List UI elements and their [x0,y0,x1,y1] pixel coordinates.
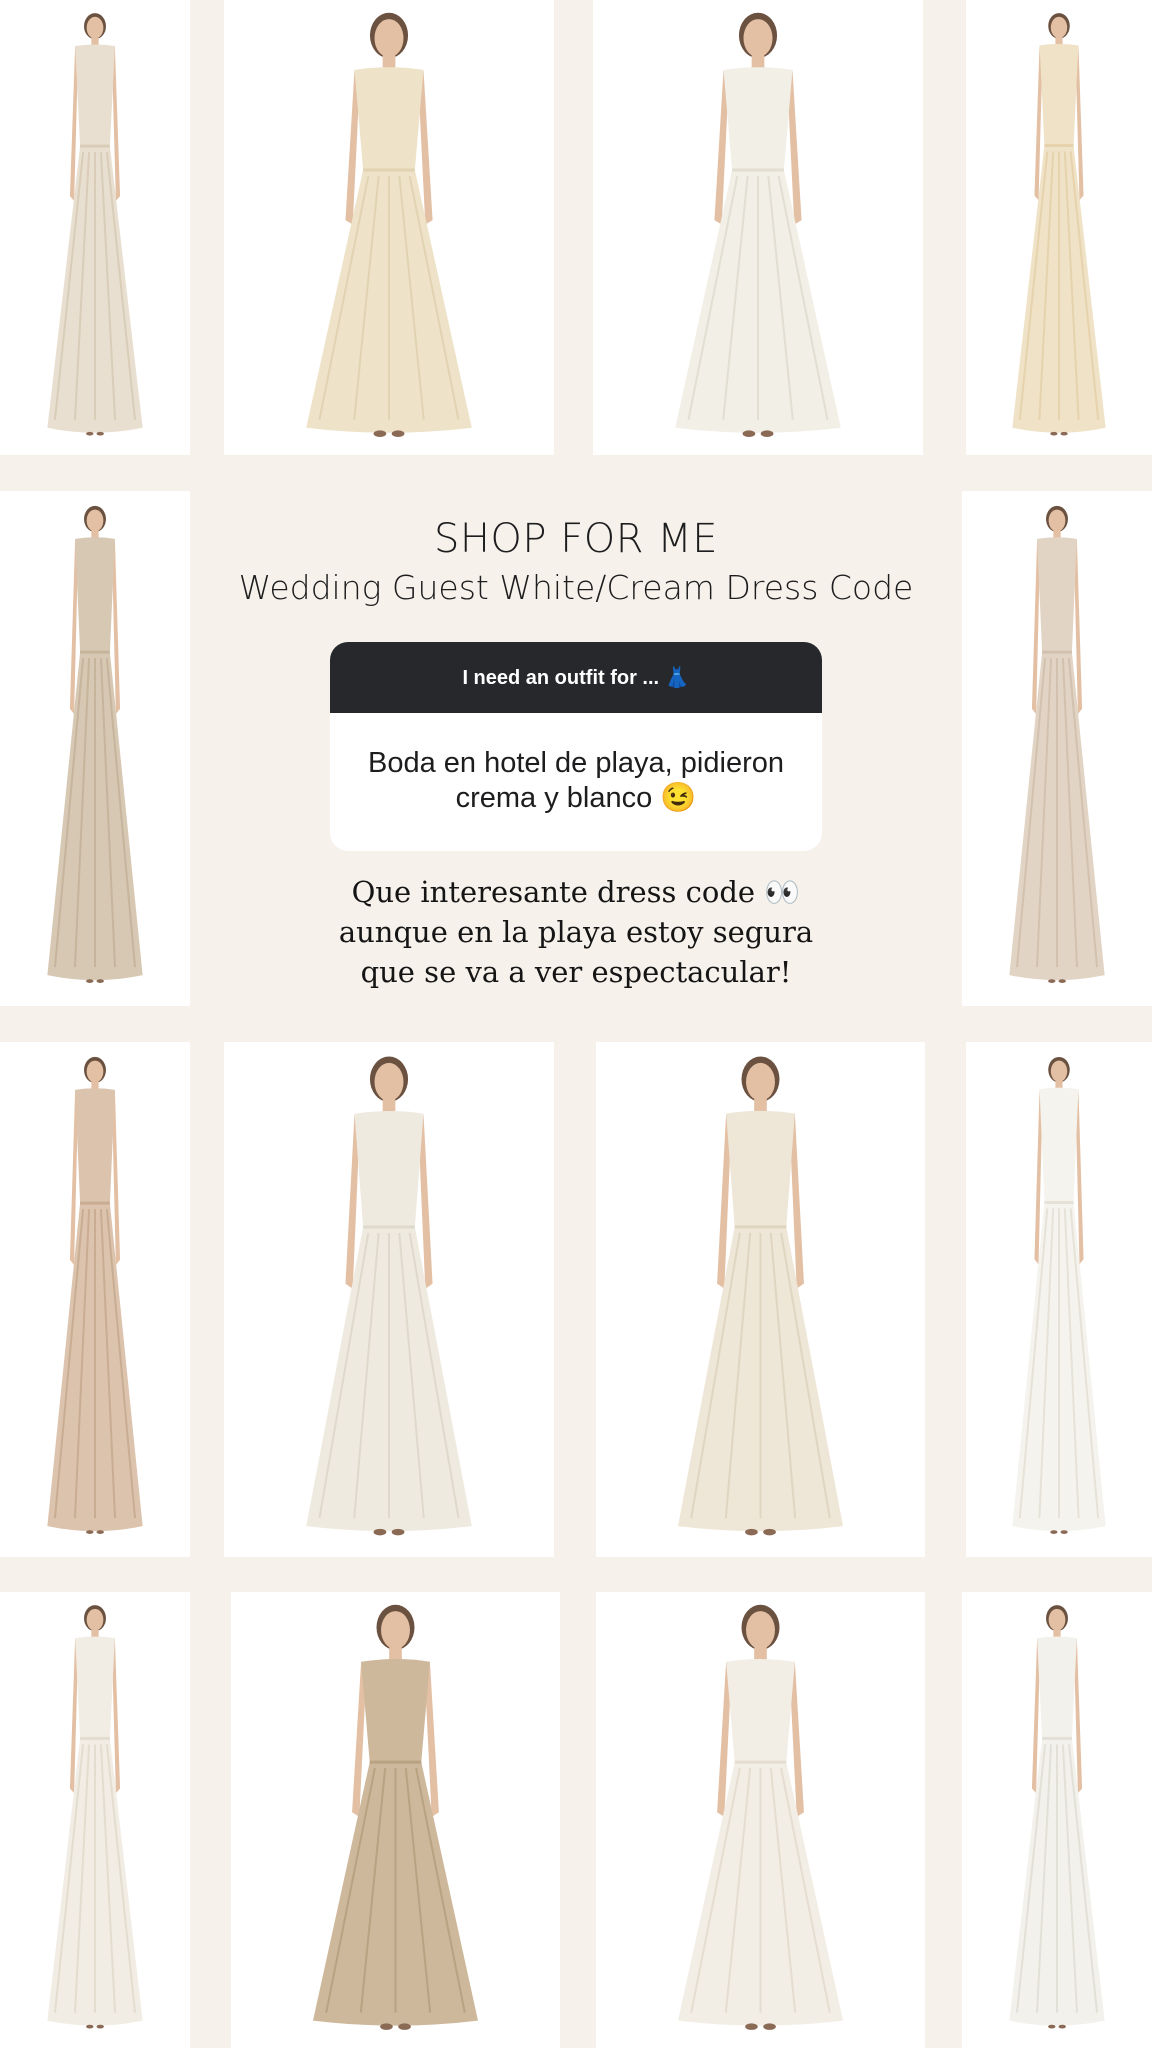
blush-satin-belted-dress-image [47,1056,143,1534]
model-head [381,1611,410,1650]
question-answer: Boda en hotel de playa, pidieron crema y… [368,747,784,814]
product-tile[interactable] [224,1042,554,1557]
product-tile[interactable] [593,0,923,455]
white-draped-tie-dress-image [1009,1605,1105,2029]
dress-bodice [1037,1636,1077,1739]
dress-bodice [354,1110,424,1228]
ruffle-open-back-gown-image [1012,1056,1106,1534]
model-head [1048,509,1066,532]
model-shoe [96,2024,104,2029]
dress-bodice [361,1659,430,1763]
dress-bodice [75,44,115,147]
model-shoe [86,1530,94,1534]
reply-line: Que interesante dress code 👀 [351,875,801,909]
model-head [746,1611,775,1650]
reply-line: aunque en la playa estoy segura [338,915,814,949]
product-tile[interactable] [962,1592,1152,2048]
model-shoe [86,979,94,983]
model-shoe [1058,2024,1066,2029]
model-head [1050,1060,1068,1083]
product-tile[interactable] [596,1042,925,1557]
model-shoe [373,1528,387,1536]
product-tile[interactable] [0,491,190,1006]
dress-bodice [726,1110,795,1227]
question-sticker[interactable]: I need an outfit for ... 👗 Boda en hotel… [330,642,822,851]
model-shoe [96,979,104,983]
model-shoe [1058,979,1066,983]
strapless-slit-satin-gown-image [47,505,143,983]
model-shoe [763,2023,776,2030]
dress-bodice [354,67,424,171]
product-tile[interactable] [962,491,1152,1006]
model-head [743,19,773,58]
white-corset-column-gown-image [675,12,841,437]
product-tile[interactable] [224,0,554,455]
model-shoe [86,431,94,436]
model-shoe [398,2023,411,2030]
strapless-peplum-maxi-set-image [1009,505,1105,983]
model-head [86,1060,104,1083]
model-head [746,1062,775,1101]
model-shoe [1048,2024,1056,2029]
story-title: SHOP FOR ME [433,516,719,562]
model-shoe [742,430,756,437]
dress-bodice [723,67,793,171]
model-shoe [1048,979,1056,983]
model-shoe [760,430,774,437]
taupe-satin-scarf-dress-image [312,1604,479,2030]
model-head [1048,1608,1066,1631]
product-tile[interactable] [0,1042,190,1557]
product-tile[interactable] [966,0,1152,455]
model-head [86,1608,104,1631]
ivory-satin-bias-gown-image [306,1056,472,1536]
model-head [86,16,104,39]
model-shoe [1050,431,1058,436]
model-shoe [745,2023,758,2030]
dress-bodice [75,537,115,653]
model-shoe [86,2024,94,2029]
ivory-ruched-satin-gown-image [677,1604,844,2030]
dress-bodice [1039,43,1079,146]
dress-bodice [75,1088,115,1204]
embellished-tank-maxi-dress-image [1012,13,1106,436]
dress-bodice [1037,537,1077,653]
product-tile[interactable] [966,1042,1152,1557]
dress-bodice [75,1636,115,1739]
one-shoulder-ivory-satin-dress-image [47,1605,143,2029]
reply-line: que se va a ver espectacular! [360,955,792,989]
model-head [374,1062,404,1102]
model-head [86,509,104,532]
model-head [1050,16,1068,39]
model-shoe [1050,1530,1058,1534]
model-shoe [380,2023,393,2030]
model-shoe [763,1528,776,1536]
model-shoe [391,430,405,437]
model-shoe [1060,1530,1068,1534]
product-tile[interactable] [231,1592,560,2048]
model-shoe [96,431,104,436]
model-shoe [391,1528,405,1536]
model-head [374,19,404,58]
question-prompt: I need an outfit for ... 👗 [330,642,822,713]
product-tile[interactable] [596,1592,925,2048]
model-shoe [373,430,387,437]
crochet-top-column-dress-image [677,1056,844,1536]
dress-bodice [1039,1087,1079,1203]
story-subtitle: Wedding Guest White/Cream Dress Code [238,568,914,607]
model-shoe [745,1528,758,1536]
cream-spaghetti-strap-maxi-dress-image [47,13,143,436]
product-tile[interactable] [0,0,190,455]
one-shoulder-draped-maxi-dress-image [306,12,472,437]
reply-text: Que interesante dress code 👀 aunque en l… [300,872,852,992]
model-shoe [96,1530,104,1534]
product-tile[interactable] [0,1592,190,2048]
dress-bodice [726,1659,795,1763]
model-shoe [1060,431,1068,436]
